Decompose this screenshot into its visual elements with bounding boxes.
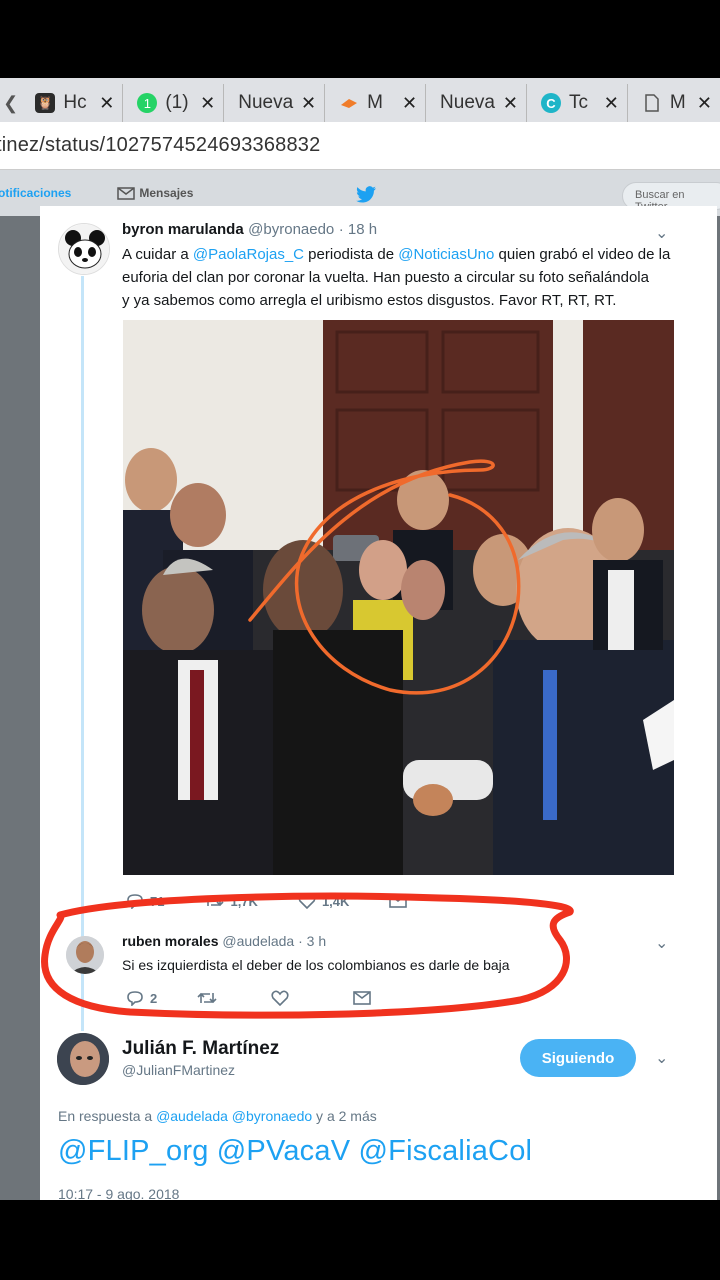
reply-count: 2 <box>150 990 158 1006</box>
retweet-count: 1,7K <box>230 893 258 909</box>
author-handle[interactable]: @audelada <box>222 933 294 949</box>
mention-link[interactable]: @PaolaRojas_C <box>193 246 304 263</box>
tab-title: Hc <box>63 92 87 113</box>
bottom-black-bar <box>0 1200 720 1280</box>
tweet1-header: byron marulanda @byronaedo · 18 h <box>122 221 377 239</box>
text-part: quien grabó el video de la <box>494 246 671 263</box>
reply-context: En respuesta a @audelada @byronaedo y a … <box>58 1108 377 1124</box>
browser-tab-1[interactable]: 🦉 Hc ✕ <box>21 84 122 122</box>
browser-tab-7[interactable]: M ✕ <box>626 84 720 122</box>
tab-title: Tc <box>568 92 588 113</box>
envelope-icon <box>353 991 372 1005</box>
tab-title: M <box>367 92 383 113</box>
chevron-down-icon[interactable]: ⌄ <box>655 933 668 953</box>
text-part: periodista de <box>304 246 399 263</box>
main-author-handle[interactable]: @JulianFMartinez <box>122 1062 235 1078</box>
mention-link[interactable]: @byronaedo <box>232 1108 312 1124</box>
user-avatar-image <box>57 1033 109 1085</box>
reply-icon <box>127 991 143 1006</box>
tab-title: Nueva <box>440 92 495 113</box>
envelope-icon <box>117 186 136 200</box>
avatar[interactable] <box>58 223 110 275</box>
close-icon[interactable]: ✕ <box>200 93 215 114</box>
browser-tab-5[interactable]: Nueva ✕ <box>425 84 526 122</box>
author-name[interactable]: ruben morales <box>122 933 218 949</box>
following-button[interactable]: Siguiendo <box>520 1039 636 1077</box>
tab-scroll-left-icon[interactable]: ❮ <box>0 84 21 122</box>
like-count: 1,4K <box>321 893 350 909</box>
crowd-photo-image <box>123 320 674 875</box>
tab-title: M <box>669 92 686 113</box>
browser-tab-6[interactable]: C Tc ✕ <box>525 84 627 122</box>
close-icon[interactable]: ✕ <box>697 93 712 114</box>
text-line: y ya sabemos como arregla el uribismo es… <box>122 292 617 309</box>
tweet2-text: Si es izquierdista el deber de los colom… <box>122 957 510 973</box>
tweet2-actions: 2 <box>126 990 411 1006</box>
close-icon[interactable]: ✕ <box>503 93 518 114</box>
browser-tab-4[interactable]: M ✕ <box>324 84 425 122</box>
user-avatar-image <box>66 936 104 974</box>
reply-prefix: En respuesta a <box>58 1108 157 1124</box>
tweet2-header: ruben morales @audelada · 3 h <box>122 933 326 949</box>
text-line: euforia del clan por coronar la vuelta. … <box>122 269 649 286</box>
document-icon <box>642 93 662 113</box>
heart-icon <box>271 990 289 1006</box>
retweet-icon <box>197 992 217 1004</box>
chevron-down-icon[interactable]: ⌄ <box>655 223 668 243</box>
tweet-time[interactable]: · 18 h <box>339 221 377 238</box>
dm-button[interactable] <box>353 991 372 1005</box>
reply-icon <box>127 894 143 909</box>
tab-title: (1) <box>165 92 189 113</box>
author-handle[interactable]: @byronaedo <box>248 221 334 238</box>
dm-button[interactable] <box>389 894 408 908</box>
tweet1-text: A cuidar a @PaolaRojas_C periodista de @… <box>122 243 678 312</box>
main-author-name[interactable]: Julián F. Martínez <box>122 1038 279 1060</box>
close-icon[interactable]: ✕ <box>99 93 114 114</box>
tab-title: Nueva <box>238 92 294 113</box>
like-button[interactable] <box>271 990 289 1006</box>
mention-link[interactable]: @NoticiasUno <box>398 246 494 263</box>
tweet1-actions: 71 1,7K 1,4K <box>126 893 447 909</box>
mention-link[interactable]: @audelada <box>156 1108 228 1124</box>
url-text[interactable]: tinez/status/1027574524693368832 <box>0 134 320 157</box>
nav-messages-label: Mensajes <box>139 186 194 200</box>
owl-icon: 🦉 <box>35 93 56 113</box>
retweet-icon <box>204 895 225 907</box>
avatar[interactable] <box>66 936 104 974</box>
c-circle-icon: C <box>540 93 561 113</box>
like-button[interactable]: 1,4K <box>298 893 349 909</box>
main-tweet-text[interactable]: @FLIP_org @PVacaV @FiscaliaCol <box>58 1135 532 1168</box>
text-part: A cuidar a <box>122 246 193 263</box>
browser-tab-2[interactable]: 1 (1) ✕ <box>122 84 223 122</box>
browser-tab-3[interactable]: Nueva ✕ <box>223 84 324 122</box>
retweet-button[interactable]: 1,7K <box>204 893 258 909</box>
close-icon[interactable]: ✕ <box>604 93 619 114</box>
close-icon[interactable]: ✕ <box>402 93 417 114</box>
reply-button[interactable]: 2 <box>126 990 157 1006</box>
whatsapp-icon: 1 <box>137 93 158 113</box>
envelope-icon <box>389 894 408 908</box>
orange-logo-icon <box>339 93 359 113</box>
thread-line <box>81 276 84 1031</box>
author-name[interactable]: byron marulanda <box>122 221 244 238</box>
reply-suffix: y a 2 más <box>312 1108 377 1124</box>
nav-messages[interactable]: Mensajes <box>117 186 193 200</box>
tweet-time[interactable]: · 3 h <box>298 933 326 949</box>
reply-button[interactable]: 71 <box>126 893 164 909</box>
panda-avatar-image <box>59 224 109 274</box>
browser-tab-bar: ❮ 🦉 Hc ✕ 1 (1) ✕ Nueva ✕ M ✕ Nueva ✕ C T… <box>0 78 720 122</box>
tweet-photo[interactable] <box>123 320 674 875</box>
close-icon[interactable]: ✕ <box>301 93 316 114</box>
chevron-down-icon[interactable]: ⌄ <box>655 1048 668 1068</box>
retweet-button[interactable] <box>197 991 217 1005</box>
nav-notifications[interactable]: otificaciones <box>0 186 71 200</box>
reply-count: 71 <box>150 893 165 909</box>
avatar[interactable] <box>57 1033 109 1085</box>
address-bar[interactable]: tinez/status/1027574524693368832 <box>0 122 720 170</box>
twitter-bird-icon[interactable] <box>354 186 378 204</box>
heart-icon <box>298 893 316 909</box>
